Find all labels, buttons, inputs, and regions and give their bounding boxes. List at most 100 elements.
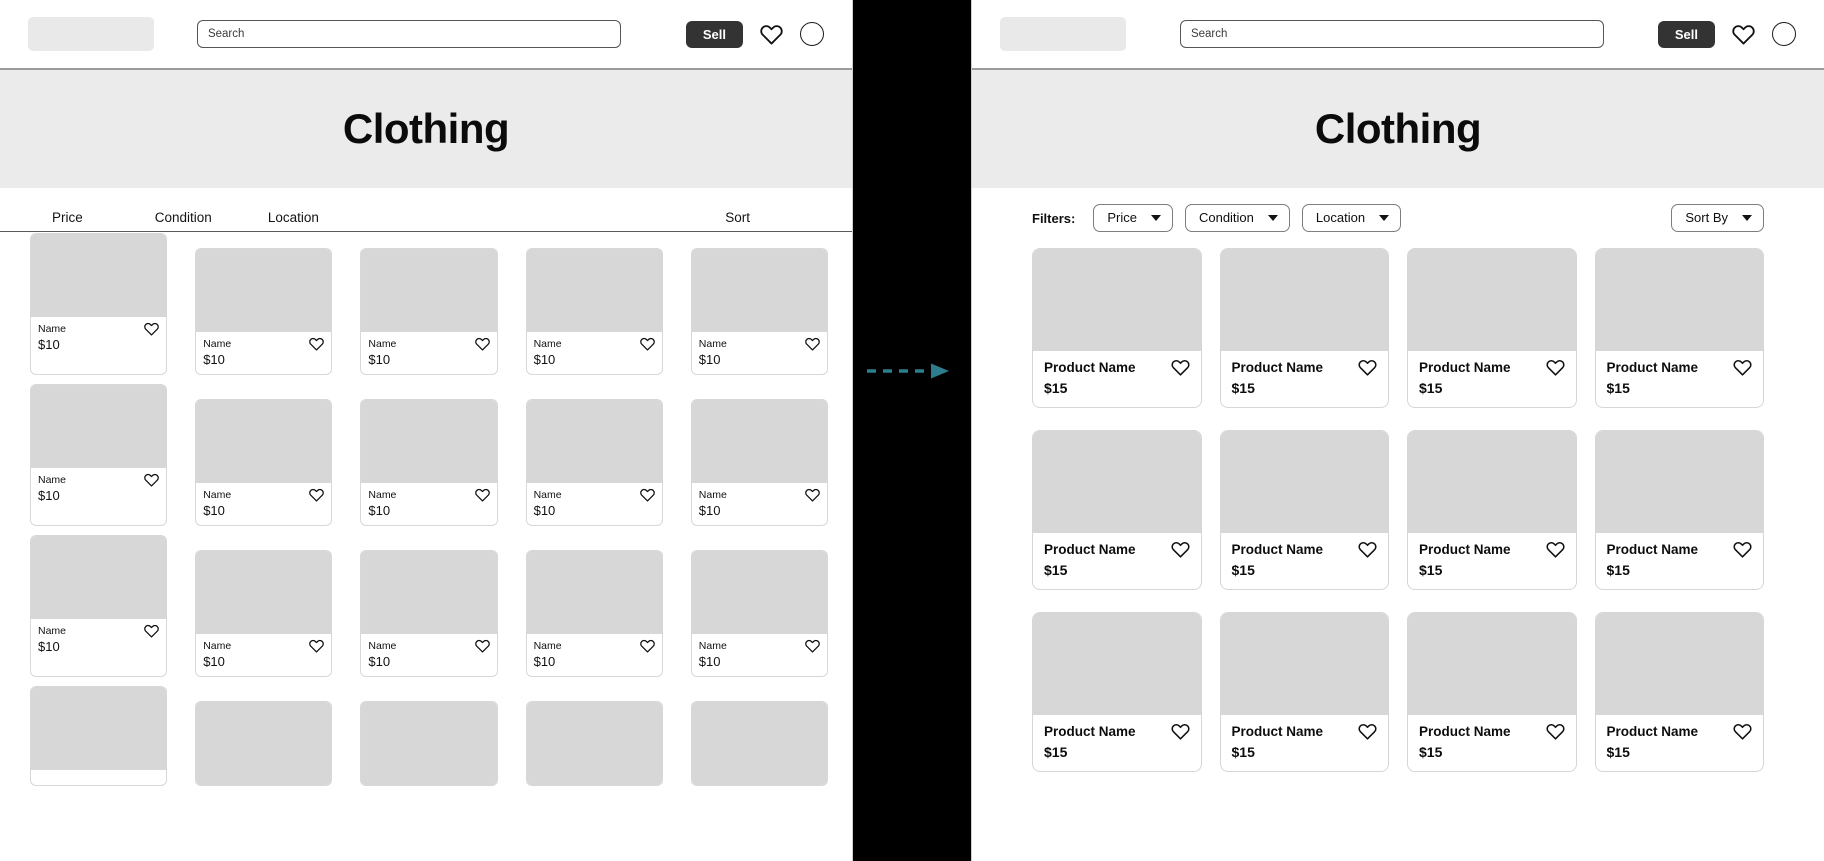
product-image-placeholder[interactable] [691, 702, 827, 785]
product-image-placeholder[interactable] [1033, 249, 1201, 351]
product-image-placeholder[interactable] [361, 702, 497, 785]
product-image-placeholder[interactable] [196, 702, 332, 785]
product-image-placeholder[interactable] [31, 234, 167, 317]
product-card[interactable] [690, 701, 828, 786]
product-card[interactable] [525, 701, 663, 786]
product-image-placeholder[interactable] [1408, 613, 1576, 715]
product-image-placeholder[interactable] [196, 400, 332, 483]
heart-icon[interactable] [1358, 359, 1377, 376]
product-card[interactable]: Name $10 [690, 248, 828, 375]
heart-icon[interactable] [144, 624, 160, 638]
heart-icon[interactable] [1545, 359, 1565, 376]
product-image-placeholder[interactable] [1595, 431, 1763, 533]
product-card[interactable]: Name $10 [195, 248, 333, 375]
heart-icon[interactable] [1545, 541, 1565, 558]
sort-by-dropdown[interactable]: Sort By [1671, 204, 1764, 232]
product-card[interactable]: Product Name $15 [1594, 248, 1764, 408]
product-card[interactable]: Name $10 [30, 233, 168, 375]
product-card[interactable]: Product Name $15 [1594, 430, 1764, 590]
product-card[interactable]: Name $10 [690, 399, 828, 526]
heart-icon[interactable] [474, 488, 490, 502]
heart-icon[interactable] [474, 639, 490, 653]
filter-dropdown-condition[interactable]: Condition [1184, 204, 1290, 232]
search-input[interactable]: Search [1179, 20, 1604, 48]
heart-icon[interactable] [1358, 541, 1377, 558]
filter-dropdown-price[interactable]: Price [1093, 204, 1173, 232]
product-card[interactable]: Product Name $15 [1032, 430, 1202, 590]
product-image-placeholder[interactable] [1408, 431, 1576, 533]
heart-icon[interactable] [309, 639, 325, 653]
filter-label-condition[interactable]: Condition [155, 210, 212, 225]
heart-icon[interactable] [144, 473, 160, 487]
product-image-placeholder[interactable] [1595, 613, 1763, 715]
product-card[interactable]: Name $10 [690, 550, 828, 677]
product-card[interactable] [195, 701, 333, 786]
product-card[interactable]: Product Name $15 [1594, 612, 1764, 772]
heart-icon[interactable] [1732, 24, 1755, 45]
sell-button[interactable]: Sell [1657, 20, 1715, 48]
heart-icon[interactable] [1170, 359, 1190, 376]
sort-label[interactable]: Sort [725, 210, 750, 225]
product-card[interactable]: Product Name $15 [1032, 248, 1202, 408]
product-card[interactable]: Name $10 [360, 550, 498, 677]
heart-icon[interactable] [1170, 723, 1190, 740]
heart-icon[interactable] [474, 337, 490, 351]
sell-button[interactable]: Sell [685, 20, 743, 48]
product-image-placeholder[interactable] [526, 249, 662, 332]
heart-icon[interactable] [639, 639, 655, 653]
product-image-placeholder[interactable] [691, 249, 827, 332]
product-card[interactable]: Name $10 [525, 550, 663, 677]
product-image-placeholder[interactable] [1220, 613, 1388, 715]
product-image-placeholder[interactable] [31, 385, 167, 468]
heart-icon[interactable] [1733, 541, 1752, 558]
product-image-placeholder[interactable] [1033, 431, 1201, 533]
avatar-circle-icon[interactable] [800, 22, 824, 46]
heart-icon[interactable] [639, 488, 655, 502]
product-card[interactable]: Name $10 [525, 399, 663, 526]
heart-icon[interactable] [144, 322, 160, 336]
product-card[interactable]: Name $10 [360, 399, 498, 526]
product-card[interactable]: Product Name $15 [1219, 248, 1389, 408]
heart-icon[interactable] [805, 488, 820, 502]
product-card[interactable]: Product Name $15 [1407, 430, 1577, 590]
product-image-placeholder[interactable] [1220, 431, 1388, 533]
product-card[interactable]: Product Name $15 [1407, 612, 1577, 772]
product-image-placeholder[interactable] [196, 551, 332, 634]
product-image-placeholder[interactable] [361, 400, 497, 483]
heart-icon[interactable] [1545, 723, 1565, 740]
heart-icon[interactable] [1733, 359, 1752, 376]
filter-dropdown-location[interactable]: Location [1301, 204, 1402, 232]
filter-label-location[interactable]: Location [268, 210, 319, 225]
product-image-placeholder[interactable] [361, 249, 497, 332]
product-card[interactable] [30, 686, 168, 786]
heart-icon[interactable] [1170, 541, 1190, 558]
product-image-placeholder[interactable] [691, 551, 827, 634]
heart-icon[interactable] [1358, 723, 1377, 740]
heart-icon[interactable] [639, 337, 655, 351]
product-card[interactable]: Product Name $15 [1407, 248, 1577, 408]
heart-icon[interactable] [805, 639, 820, 653]
avatar-circle-icon[interactable] [1772, 22, 1796, 46]
product-image-placeholder[interactable] [31, 536, 167, 619]
product-card[interactable]: Name $10 [195, 550, 333, 677]
product-image-placeholder[interactable] [1220, 249, 1388, 351]
product-image-placeholder[interactable] [691, 400, 827, 483]
heart-icon[interactable] [760, 24, 783, 45]
product-image-placeholder[interactable] [1408, 249, 1576, 351]
product-card[interactable] [360, 701, 498, 786]
product-image-placeholder[interactable] [361, 551, 497, 634]
product-image-placeholder[interactable] [526, 400, 662, 483]
product-card[interactable]: Name $10 [525, 248, 663, 375]
logo-placeholder[interactable] [28, 17, 154, 51]
heart-icon[interactable] [309, 488, 325, 502]
product-card[interactable]: Name $10 [360, 248, 498, 375]
logo-placeholder[interactable] [1000, 17, 1126, 51]
heart-icon[interactable] [309, 337, 325, 351]
product-image-placeholder[interactable] [526, 702, 662, 785]
heart-icon[interactable] [1733, 723, 1752, 740]
product-image-placeholder[interactable] [31, 687, 167, 770]
filter-label-price[interactable]: Price [52, 210, 83, 225]
search-input[interactable]: Search [196, 20, 621, 48]
product-card[interactable]: Product Name $15 [1219, 612, 1389, 772]
heart-icon[interactable] [805, 337, 820, 351]
